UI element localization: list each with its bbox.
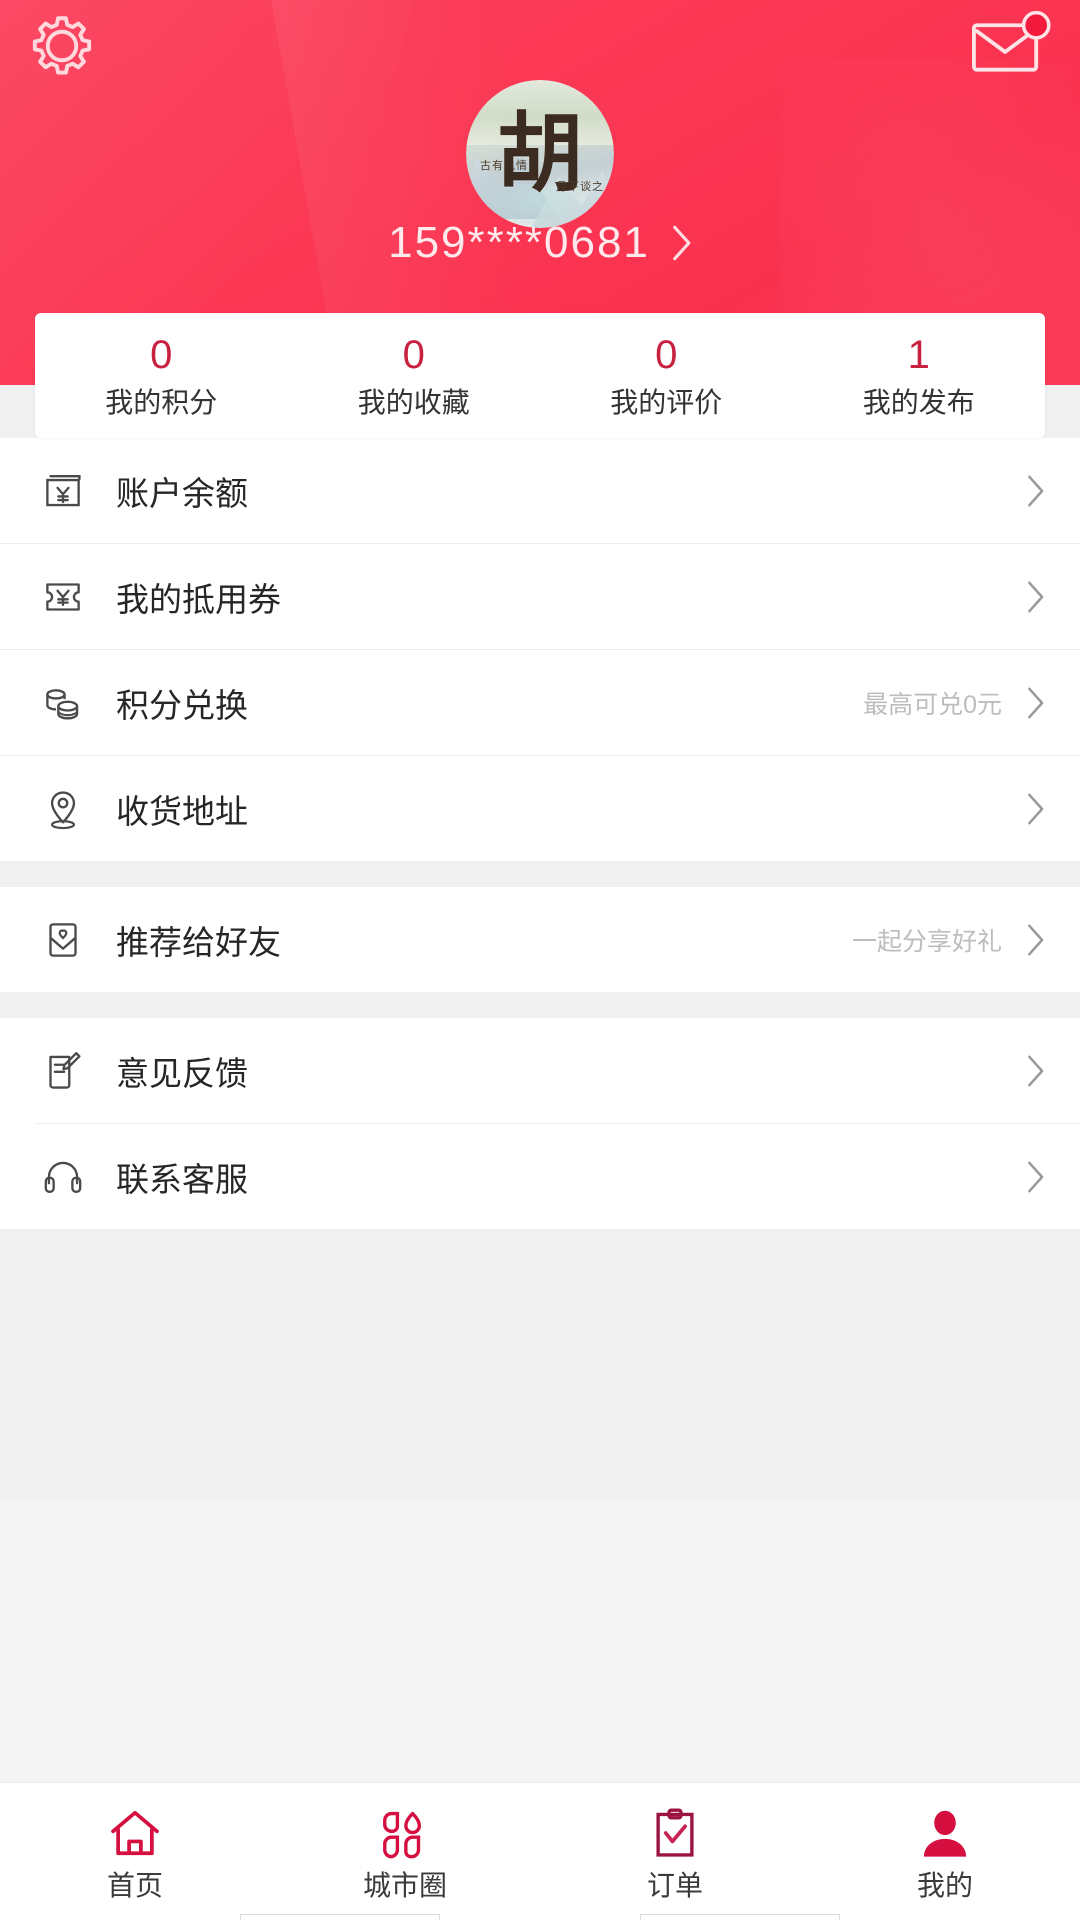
row-refer-friend[interactable]: 推荐给好友 一起分享好礼 xyxy=(0,887,1080,992)
clipboard-check-icon xyxy=(646,1804,704,1862)
chevron-right-icon xyxy=(1028,687,1044,718)
row-label: 推荐给好友 xyxy=(116,923,281,961)
avatar[interactable]: 古有风情 胡 月下谈之 xyxy=(466,80,614,228)
row-label: 我的抵用券 xyxy=(116,580,281,618)
chevron-right-icon xyxy=(1028,1055,1044,1086)
messages-button[interactable] xyxy=(968,10,1054,82)
row-hint: 最高可兑0元 xyxy=(863,690,1002,719)
tab-label: 我的 xyxy=(916,1869,973,1901)
group-gap xyxy=(0,861,1080,887)
share-group: 推荐给好友 一起分享好礼 xyxy=(0,887,1080,992)
chevron-right-icon xyxy=(1028,1161,1044,1192)
row-my-coupons[interactable]: 我的抵用券 xyxy=(0,544,1080,649)
avatar-caption-right: 月下谈之 xyxy=(556,179,604,193)
profile-screen: 古有风情 胡 月下谈之 159****0681 0 我的积分 0 我的收藏 0 … xyxy=(0,0,1080,1920)
note-pencil-icon xyxy=(36,1044,90,1098)
row-label: 收货地址 xyxy=(116,792,248,830)
system-nav-hint xyxy=(0,1910,1080,1920)
row-account-balance[interactable]: 账户余额 xyxy=(0,438,1080,543)
stat-label: 我的评价 xyxy=(610,386,723,418)
tab-label: 首页 xyxy=(106,1869,163,1901)
group-gap xyxy=(0,992,1080,1018)
home-icon xyxy=(106,1804,164,1862)
row-contact-support[interactable]: 联系客服 xyxy=(0,1124,1080,1229)
row-hint: 一起分享好礼 xyxy=(851,927,1002,956)
unread-badge-dot xyxy=(1021,10,1051,40)
stat-favorites[interactable]: 0 我的收藏 xyxy=(288,313,541,438)
row-label: 联系客服 xyxy=(116,1160,248,1198)
stat-value: 0 xyxy=(655,332,678,377)
stat-label: 我的积分 xyxy=(105,386,218,418)
stat-label: 我的收藏 xyxy=(357,386,470,418)
row-label: 账户余额 xyxy=(116,474,248,512)
coupon-yen-icon xyxy=(36,570,90,624)
person-icon xyxy=(916,1804,974,1862)
row-feedback[interactable]: 意见反馈 xyxy=(0,1018,1080,1123)
stat-points[interactable]: 0 我的积分 xyxy=(35,313,288,438)
stat-posts[interactable]: 1 我的发布 xyxy=(793,313,1046,438)
chevron-right-icon xyxy=(1028,475,1044,506)
phone-number: 159****0681 xyxy=(388,218,650,267)
tab-home[interactable]: 首页 xyxy=(0,1783,270,1920)
row-label: 积分兑换 xyxy=(116,686,248,724)
support-group: 意见反馈 联系客服 xyxy=(0,1018,1080,1229)
tab-label: 订单 xyxy=(646,1869,703,1901)
stat-reviews[interactable]: 0 我的评价 xyxy=(540,313,793,438)
stat-label: 我的发布 xyxy=(862,386,975,418)
gear-icon xyxy=(32,16,92,75)
city-circle-icon xyxy=(376,1804,434,1862)
location-pin-icon xyxy=(36,782,90,836)
row-points-exchange[interactable]: 积分兑换 最高可兑0元 xyxy=(0,650,1080,755)
row-shipping-address[interactable]: 收货地址 xyxy=(0,756,1080,861)
tab-city-circle[interactable]: 城市圈 xyxy=(270,1783,540,1920)
envelope-heart-icon xyxy=(36,913,90,967)
tab-label: 城市圈 xyxy=(362,1869,447,1901)
chevron-right-icon xyxy=(1028,924,1044,955)
stats-card: 0 我的积分 0 我的收藏 0 我的评价 1 我的发布 xyxy=(35,313,1045,438)
banknote-yen-icon xyxy=(36,464,90,518)
row-label: 意见反馈 xyxy=(116,1054,248,1092)
chevron-right-icon xyxy=(1028,581,1044,612)
account-group: 账户余额 我的抵用券 积分兑换 最高可兑0元 收货地址 xyxy=(0,438,1080,861)
stat-value: 0 xyxy=(150,332,173,377)
tab-orders[interactable]: 订单 xyxy=(540,1783,810,1920)
stat-value: 1 xyxy=(907,332,930,377)
bottom-tab-bar: 首页 城市圈 订单 我的 xyxy=(0,1782,1080,1920)
tab-profile[interactable]: 我的 xyxy=(810,1783,1080,1920)
stat-value: 0 xyxy=(402,332,425,377)
page-filler xyxy=(0,1229,1080,1501)
headset-icon xyxy=(36,1150,90,1204)
settings-button[interactable] xyxy=(26,10,98,82)
coins-icon xyxy=(36,676,90,730)
chevron-right-icon xyxy=(1028,793,1044,824)
chevron-right-icon xyxy=(673,225,691,261)
avatar-image: 古有风情 胡 月下谈之 xyxy=(466,80,614,228)
mail-icon xyxy=(972,10,1051,72)
account-phone-row[interactable]: 159****0681 xyxy=(0,218,1080,268)
